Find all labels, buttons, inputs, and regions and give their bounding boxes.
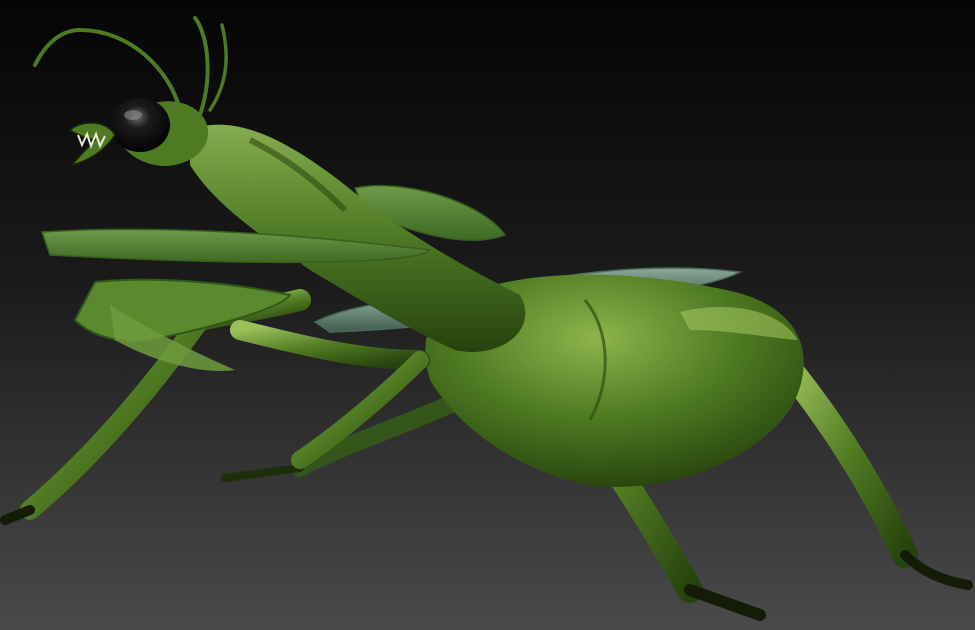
compound-eye xyxy=(110,98,170,152)
mantis-render xyxy=(0,0,975,630)
render-viewport xyxy=(0,0,975,630)
